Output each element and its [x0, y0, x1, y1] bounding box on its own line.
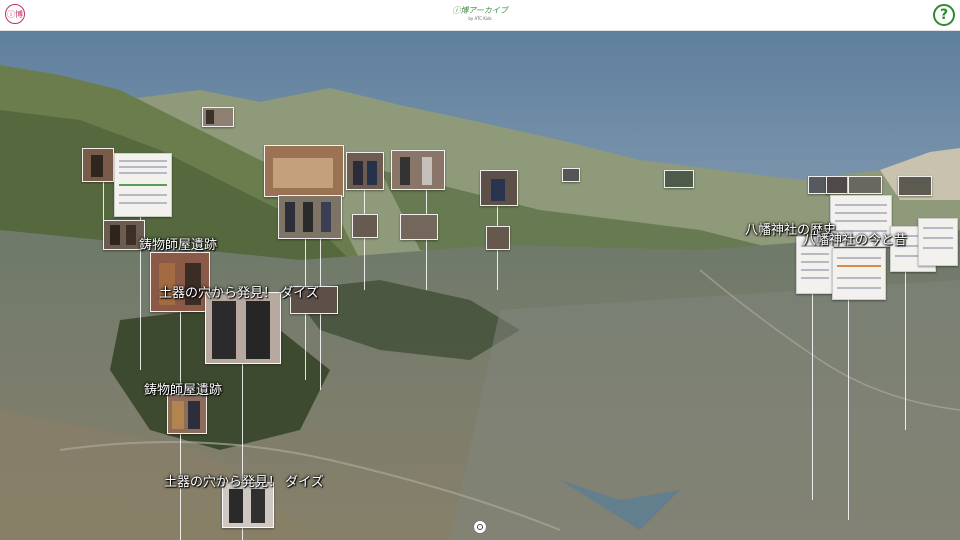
photo-marker[interactable]: [202, 107, 234, 127]
pin-line: [812, 290, 813, 500]
photo-marker[interactable]: [486, 226, 510, 250]
place-label[interactable]: 鋳物師屋遺跡: [144, 379, 222, 398]
photo-marker[interactable]: [352, 214, 378, 238]
place-label[interactable]: 土器の穴から発見！ ダイズ: [159, 282, 319, 301]
app-title: ⓘ博アーカイブ: [452, 6, 508, 15]
photo-marker[interactable]: [167, 394, 207, 434]
compass-icon[interactable]: [473, 520, 487, 534]
photo-marker[interactable]: [480, 170, 518, 206]
document-marker[interactable]: [832, 248, 886, 300]
pin-line: [364, 190, 365, 290]
document-marker[interactable]: [918, 218, 958, 266]
photo-marker[interactable]: [391, 150, 445, 190]
place-label[interactable]: 土器の穴から発見！ ダイズ: [164, 471, 324, 490]
logo-button[interactable]: ⓘ博: [5, 4, 25, 24]
pin-line: [905, 260, 906, 430]
photo-marker[interactable]: [400, 214, 438, 240]
app-subtitle: by ATC Kids: [468, 16, 492, 21]
place-label[interactable]: 鋳物師屋遺跡: [139, 234, 217, 253]
app-brand: ⓘ博アーカイブ by ATC Kids: [430, 5, 530, 22]
top-bar: ⓘ博 ⓘ博アーカイブ by ATC Kids ?: [0, 0, 960, 31]
map-3d-view[interactable]: 鋳物師屋遺跡 土器の穴から発見！ ダイズ 鋳物師屋遺跡 土器の穴から発見！ ダイ…: [0, 30, 960, 540]
photo-marker[interactable]: [664, 170, 694, 188]
photo-marker[interactable]: [82, 148, 114, 182]
question-icon: ?: [939, 7, 949, 23]
help-button[interactable]: ?: [933, 4, 955, 26]
photo-marker[interactable]: [826, 176, 848, 194]
photo-marker[interactable]: [346, 152, 384, 190]
pin-line: [848, 290, 849, 520]
photo-marker[interactable]: [898, 176, 932, 196]
photo-marker[interactable]: [848, 176, 882, 194]
photo-marker[interactable]: [278, 195, 342, 239]
photo-marker[interactable]: [205, 292, 281, 364]
photo-marker[interactable]: [562, 168, 580, 182]
document-marker[interactable]: [114, 153, 172, 217]
photo-marker[interactable]: [264, 145, 344, 197]
place-label[interactable]: 八幡神社の今と昔: [803, 229, 907, 248]
pin-line: [426, 190, 427, 290]
